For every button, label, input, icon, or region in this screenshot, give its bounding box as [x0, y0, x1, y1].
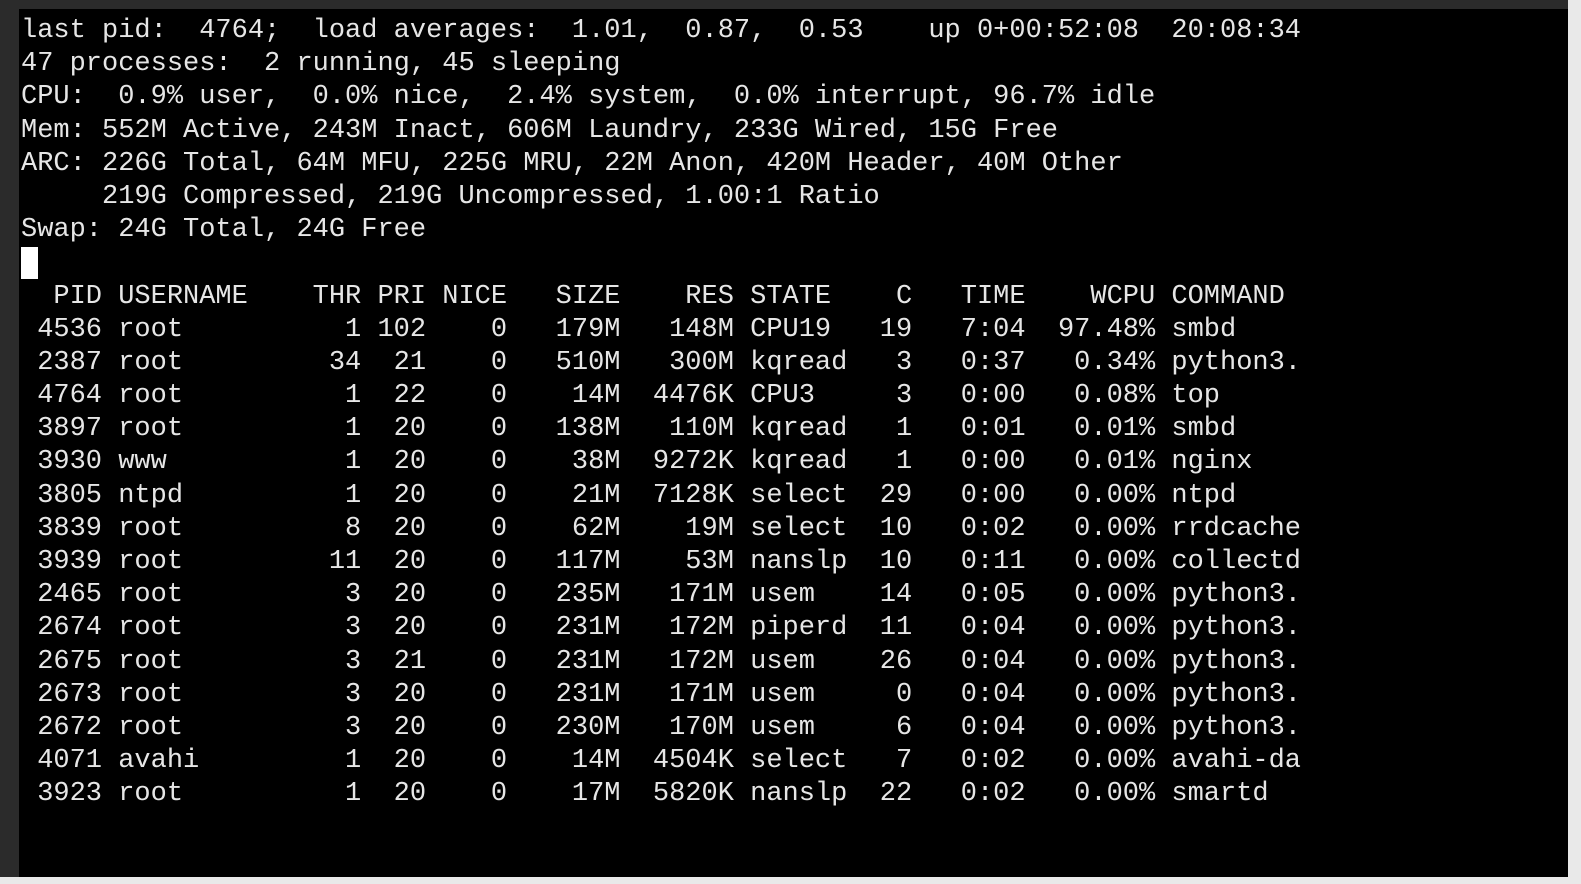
cursor-line[interactable] [21, 247, 1301, 280]
process-row: 2672 root 3 20 0 230M 170M usem 6 0:04 0… [21, 712, 1302, 743]
status-line-pid-load: last pid: 4764; load averages: 1.01, 0.8… [21, 16, 1302, 46]
process-row: 3897 root 1 20 0 138M 110M kqread 1 0:01… [21, 414, 1237, 445]
text-cursor [21, 247, 38, 280]
status-line-arc: ARC: 226G Total, 64M MFU, 225G MRU, 22M … [21, 148, 1123, 179]
terminal-output: last pid: 4764; load averages: 1.01, 0.8… [21, 15, 1301, 812]
process-row: 3930 www 1 20 0 38M 9272K kqread 1 0:00 … [21, 447, 1253, 478]
process-row: 3923 root 1 20 0 17M 5820K nanslp 22 0:0… [21, 779, 1269, 810]
process-row: 3939 root 11 20 0 117M 53M nanslp 10 0:1… [21, 547, 1302, 577]
terminal-window[interactable]: last pid: 4764; load averages: 1.01, 0.8… [0, 9, 1568, 877]
status-line-arc-compression: 219G Compressed, 219G Uncompressed, 1.00… [21, 181, 880, 212]
process-row: 4764 root 1 22 0 14M 4476K CPU3 3 0:00 0… [21, 381, 1220, 412]
process-row: 4071 avahi 1 20 0 14M 4504K select 7 0:0… [21, 746, 1302, 777]
status-line-cpu: CPU: 0.9% user, 0.0% nice, 2.4% system, … [21, 82, 1156, 113]
process-row: 3805 ntpd 1 20 0 21M 7128K select 29 0:0… [21, 480, 1237, 511]
process-row: 2387 root 34 21 0 510M 300M kqread 3 0:3… [21, 347, 1302, 378]
status-line-processes: 47 processes: 2 running, 45 sleeping [21, 49, 621, 80]
process-row: 3839 root 8 20 0 62M 19M select 10 0:02 … [21, 513, 1302, 544]
status-line-mem: Mem: 552M Active, 243M Inact, 606M Laund… [21, 115, 1058, 146]
process-row: 2674 root 3 20 0 231M 172M piperd 11 0:0… [21, 613, 1302, 644]
window-right-edge [1568, 0, 1581, 884]
process-row: 2673 root 3 20 0 231M 171M usem 0 0:04 0… [21, 679, 1302, 710]
window-bottom-edge [0, 877, 1568, 884]
status-line-swap: Swap: 24G Total, 24G Free [21, 215, 427, 246]
process-row: 2675 root 3 21 0 231M 172M usem 26 0:04 … [21, 646, 1302, 677]
process-row: 4536 root 1 102 0 179M 148M CPU19 19 7:0… [21, 314, 1237, 345]
process-table-header: PID USERNAME THR PRI NICE SIZE RES STATE… [21, 281, 1285, 312]
process-row: 2465 root 3 20 0 235M 171M usem 14 0:05 … [21, 580, 1302, 611]
